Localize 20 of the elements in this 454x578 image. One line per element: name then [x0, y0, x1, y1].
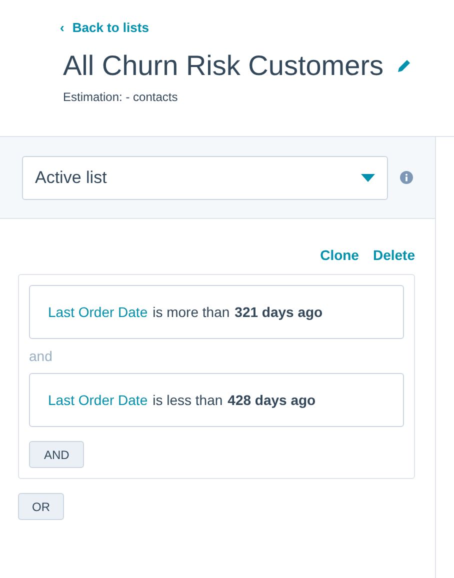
- joiner-text: and: [29, 346, 52, 366]
- and-button[interactable]: AND: [29, 441, 84, 468]
- list-title: All Churn Risk Customers: [63, 48, 384, 82]
- property-link[interactable]: Last Order Date: [48, 390, 148, 410]
- info-icon[interactable]: [400, 171, 413, 184]
- operator-text: is less than: [152, 390, 223, 410]
- or-button[interactable]: OR: [18, 493, 64, 520]
- property-link[interactable]: Last Order Date: [48, 302, 148, 322]
- value-text: 321 days ago: [234, 302, 323, 322]
- operator-text: is more than: [152, 302, 230, 322]
- list-type-dropdown[interactable]: Active list: [22, 156, 388, 200]
- back-link[interactable]: ‹ Back to lists: [60, 18, 454, 38]
- value-text: 428 days ago: [228, 390, 316, 410]
- caret-icon: [361, 174, 375, 182]
- action-link[interactable]: Clone: [320, 245, 359, 266]
- filter-card[interactable]: Last Order Date is more than 321 days ago: [29, 285, 404, 339]
- estimation-text: Estimation: - contacts: [62, 88, 179, 106]
- action-link[interactable]: Delete: [372, 245, 415, 266]
- filter-card[interactable]: Last Order Date is less than 428 days ago: [29, 373, 404, 427]
- edit-icon[interactable]: [396, 58, 412, 74]
